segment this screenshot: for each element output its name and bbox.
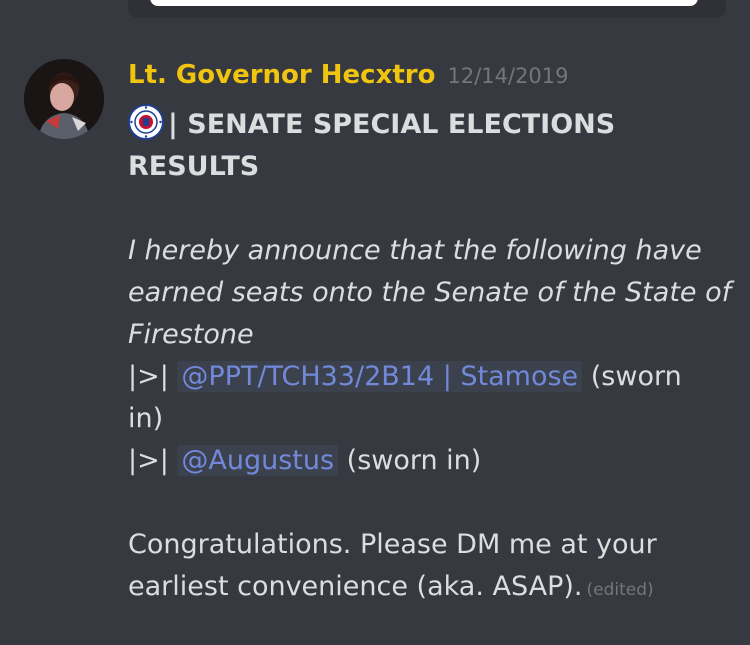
message-content: | SENATE SPECIAL ELECTIONS RESULTS I her… [128, 104, 732, 611]
message-timestamp: 12/14/2019 [447, 64, 569, 88]
user-mention-augustus[interactable]: @Augustus [177, 445, 339, 476]
title-text-line2: RESULTS [128, 151, 260, 182]
sworn-status: (sworn [582, 361, 682, 392]
message-header: Lt. Governor Hecxtro 12/14/2019 [128, 60, 569, 90]
avatar[interactable] [24, 59, 104, 139]
list-item: |>| @Augustus (sworn in) [128, 440, 728, 482]
list-item: |>| @PPT/TCH33/2B14 | Stamose (sworn [128, 356, 728, 398]
list-prefix: |>| [128, 445, 178, 476]
announcement-text-line1: I hereby announce that the following hav… [128, 235, 702, 266]
edited-indicator: (edited) [586, 580, 654, 600]
state-seal-icon [128, 104, 164, 140]
title-text-line1: SENATE SPECIAL ELECTIONS [187, 109, 616, 140]
announcement-text-line2: earned seats onto the Senate of the Stat… [128, 277, 732, 308]
title-prefix: | [168, 109, 188, 140]
closing-text: earliest convenience (aka. ASAP). [128, 571, 583, 602]
user-mention-stamose[interactable]: @PPT/TCH33/2B14 | Stamose [177, 361, 583, 392]
sworn-status: (sworn in) [338, 445, 482, 476]
previous-message-embed [128, 0, 726, 18]
list-prefix: |>| [128, 361, 178, 392]
previous-embed-field [150, 0, 698, 6]
announcement-title: | SENATE SPECIAL ELECTIONS [128, 104, 728, 146]
announcement-text-line3: Firestone [128, 319, 254, 350]
author-name[interactable]: Lt. Governor Hecxtro [128, 60, 435, 90]
closing-text-line1: Congratulations. Please DM me at your [128, 529, 657, 560]
closing-text-line2: earliest convenience (aka. ASAP). (edited… [128, 566, 728, 611]
avatar-image [24, 59, 104, 139]
sworn-status-continued: in) [128, 403, 164, 434]
